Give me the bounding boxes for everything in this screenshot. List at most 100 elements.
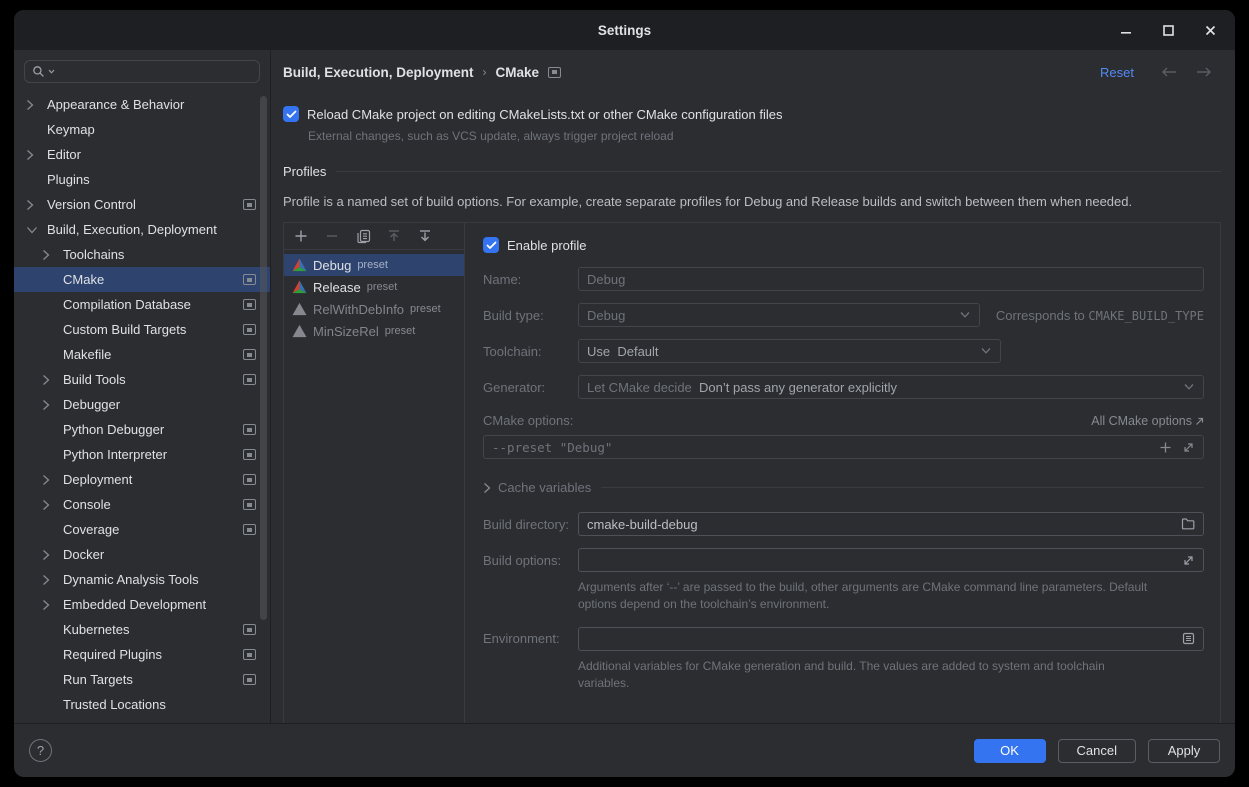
profile-name: Release bbox=[313, 280, 361, 295]
sidebar-item-cmake[interactable]: CMake bbox=[14, 267, 270, 292]
enable-profile-row[interactable]: Enable profile bbox=[483, 235, 1204, 255]
sidebar-item-trusted-locations[interactable]: Trusted Locations bbox=[14, 692, 270, 717]
breadcrumb-item-cmake[interactable]: CMake bbox=[496, 65, 540, 80]
add-profile-button[interactable] bbox=[293, 228, 309, 244]
cache-variables-toggle[interactable]: Cache variables bbox=[483, 480, 1204, 495]
chevron-right-icon bbox=[42, 549, 50, 561]
sidebar-item-label: Compilation Database bbox=[63, 297, 191, 312]
sidebar-item-editor[interactable]: Editor bbox=[14, 142, 270, 167]
remove-profile-button[interactable] bbox=[324, 228, 340, 244]
sidebar-item-label: Version Control bbox=[47, 197, 136, 212]
settings-indicator-icon bbox=[243, 674, 256, 685]
close-button[interactable] bbox=[1201, 21, 1219, 39]
sidebar-item-kubernetes[interactable]: Kubernetes bbox=[14, 617, 270, 642]
settings-indicator-icon bbox=[243, 624, 256, 635]
ok-button[interactable]: OK bbox=[974, 739, 1046, 763]
page-settings-indicator-icon bbox=[548, 67, 561, 78]
sidebar-item-version-control[interactable]: Version Control bbox=[14, 192, 270, 217]
settings-indicator-icon bbox=[243, 524, 256, 535]
sidebar-item-python-debugger[interactable]: Python Debugger bbox=[14, 417, 270, 442]
profile-item-debug[interactable]: Debugpreset bbox=[284, 254, 464, 276]
name-field[interactable]: Debug bbox=[578, 267, 1204, 291]
sidebar-item-label: Dynamic Analysis Tools bbox=[63, 572, 199, 587]
minimize-button[interactable] bbox=[1117, 21, 1135, 39]
folder-icon[interactable] bbox=[1181, 518, 1195, 530]
chevron-down-icon bbox=[26, 226, 38, 234]
enable-profile-checkbox[interactable] bbox=[483, 237, 499, 253]
sidebar-item-plugins[interactable]: Plugins bbox=[14, 167, 270, 192]
build-directory-label: Build directory: bbox=[483, 517, 578, 532]
sidebar-item-dynamic-analysis-tools[interactable]: Dynamic Analysis Tools bbox=[14, 567, 270, 592]
profile-item-relwithdebinfo[interactable]: RelWithDebInfopreset bbox=[284, 298, 464, 320]
toolchain-dropdown[interactable]: Use Default bbox=[578, 339, 1001, 363]
move-up-button[interactable] bbox=[386, 228, 402, 244]
environment-field[interactable] bbox=[578, 627, 1204, 651]
sidebar-scrollbar[interactable] bbox=[260, 96, 267, 620]
sidebar-item-python-interpreter[interactable]: Python Interpreter bbox=[14, 442, 270, 467]
chevron-right-icon bbox=[42, 574, 50, 586]
sidebar-item-embedded-development[interactable]: Embedded Development bbox=[14, 592, 270, 617]
sidebar-item-custom-build-targets[interactable]: Custom Build Targets bbox=[14, 317, 270, 342]
checkmark-icon bbox=[286, 110, 297, 119]
sidebar-item-docker[interactable]: Docker bbox=[14, 542, 270, 567]
reload-cmake-checkbox[interactable] bbox=[283, 106, 299, 122]
sidebar-item-label: Python Debugger bbox=[63, 422, 164, 437]
help-button[interactable]: ? bbox=[29, 739, 52, 762]
profile-item-release[interactable]: Releasepreset bbox=[284, 276, 464, 298]
profile-item-minsizerel[interactable]: MinSizeRelpreset bbox=[284, 320, 464, 342]
build-type-label: Build type: bbox=[483, 308, 578, 323]
maximize-icon bbox=[1163, 25, 1174, 36]
build-type-dropdown[interactable]: Debug bbox=[578, 303, 980, 327]
settings-search-box[interactable] bbox=[24, 60, 260, 83]
cache-variables-label: Cache variables bbox=[498, 480, 591, 495]
settings-indicator-icon bbox=[243, 274, 256, 285]
cmake-options-field[interactable]: --preset "Debug" bbox=[483, 435, 1204, 459]
chevron-down-icon bbox=[980, 347, 992, 355]
sidebar-item-required-plugins[interactable]: Required Plugins bbox=[14, 642, 270, 667]
forward-arrow-icon[interactable] bbox=[1195, 66, 1213, 78]
sidebar-item-keymap[interactable]: Keymap bbox=[14, 117, 270, 142]
build-type-value: Debug bbox=[587, 308, 953, 323]
chevron-right-icon bbox=[42, 499, 50, 511]
sidebar-item-appearance-behavior[interactable]: Appearance & Behavior bbox=[14, 92, 270, 117]
expand-icon[interactable] bbox=[1182, 441, 1195, 454]
cancel-button[interactable]: Cancel bbox=[1058, 739, 1136, 763]
profile-name: Debug bbox=[313, 258, 351, 273]
build-options-hint: Arguments after ‘--’ are passed to the b… bbox=[578, 579, 1178, 614]
dialog-footer: ? OK Cancel Apply bbox=[14, 723, 1235, 777]
profiles-section-header: Profiles bbox=[283, 164, 1221, 179]
reset-link[interactable]: Reset bbox=[1100, 65, 1134, 80]
search-input[interactable] bbox=[58, 64, 252, 80]
sidebar-item-build-execution-deployment[interactable]: Build, Execution, Deployment bbox=[14, 217, 270, 242]
expand-icon[interactable] bbox=[1182, 554, 1195, 567]
sidebar-item-console[interactable]: Console bbox=[14, 492, 270, 517]
apply-button[interactable]: Apply bbox=[1148, 739, 1220, 763]
sidebar-item-makefile[interactable]: Makefile bbox=[14, 342, 270, 367]
sidebar-item-build-tools[interactable]: Build Tools bbox=[14, 367, 270, 392]
build-options-field[interactable] bbox=[578, 548, 1204, 572]
sidebar-item-label: Docker bbox=[63, 547, 104, 562]
chevron-right-icon bbox=[42, 249, 50, 261]
all-cmake-options-link[interactable]: All CMake options bbox=[1091, 414, 1204, 428]
sidebar-item-toolchains[interactable]: Toolchains bbox=[14, 242, 270, 267]
reload-cmake-checkbox-row[interactable]: Reload CMake project on editing CMakeLis… bbox=[283, 106, 1221, 122]
profile-name: MinSizeRel bbox=[313, 324, 379, 339]
add-macro-icon[interactable] bbox=[1159, 441, 1172, 454]
build-directory-field[interactable]: cmake-build-debug bbox=[578, 512, 1204, 536]
copy-profile-button[interactable] bbox=[355, 228, 371, 244]
breadcrumb-item-build-execution-deployment[interactable]: Build, Execution, Deployment bbox=[283, 65, 474, 80]
move-down-button[interactable] bbox=[417, 228, 433, 244]
sidebar-item-label: Embedded Development bbox=[63, 597, 206, 612]
sidebar-item-label: Toolchains bbox=[63, 247, 124, 262]
sidebar-item-debugger[interactable]: Debugger bbox=[14, 392, 270, 417]
sidebar-item-run-targets[interactable]: Run Targets bbox=[14, 667, 270, 692]
back-arrow-icon[interactable] bbox=[1160, 66, 1178, 78]
name-label: Name: bbox=[483, 272, 578, 287]
sidebar-item-coverage[interactable]: Coverage bbox=[14, 517, 270, 542]
generator-dropdown[interactable]: Let CMake decide Don’t pass any generato… bbox=[578, 375, 1204, 399]
sidebar-item-deployment[interactable]: Deployment bbox=[14, 467, 270, 492]
sidebar-item-compilation-database[interactable]: Compilation Database bbox=[14, 292, 270, 317]
maximize-button[interactable] bbox=[1159, 21, 1177, 39]
settings-indicator-icon bbox=[243, 424, 256, 435]
browse-variables-icon[interactable] bbox=[1182, 632, 1195, 645]
